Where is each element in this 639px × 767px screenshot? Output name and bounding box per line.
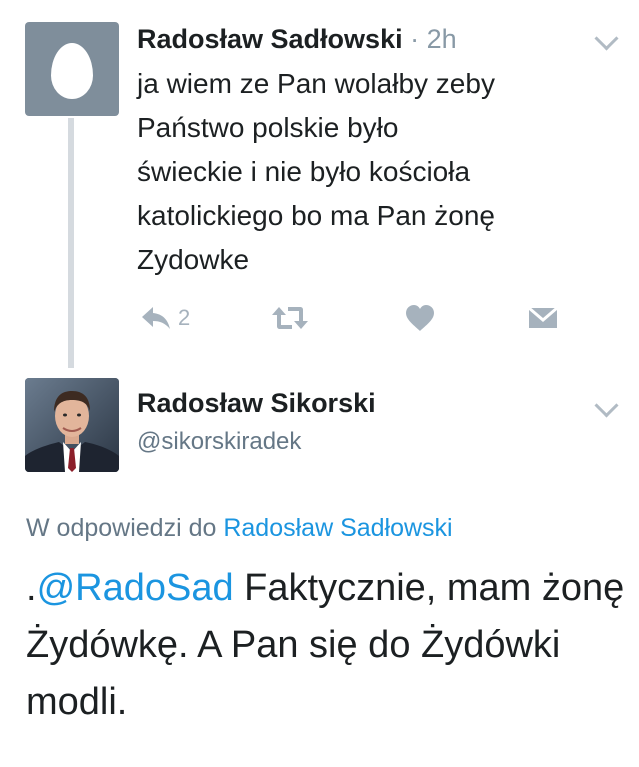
tweet-timestamp[interactable]: 2h	[427, 24, 457, 54]
profile-photo-avatar[interactable]	[25, 378, 119, 472]
author-name[interactable]: Radosław Sadłowski	[137, 24, 403, 54]
profile-photo	[25, 378, 119, 472]
retweet-button[interactable]	[271, 300, 309, 336]
tweet-header: Radosław Sadłowski · 2h	[137, 21, 457, 57]
author-handle[interactable]: @sikorskiradek	[137, 428, 301, 456]
chevron-down-icon[interactable]	[594, 393, 619, 418]
tweet-actions: 2	[0, 300, 639, 336]
retweet-icon	[272, 307, 308, 329]
time-separator: ·	[410, 24, 420, 54]
reply-context: W odpowiedzi do Radosław Sadłowski	[26, 514, 453, 543]
reply-context-prefix: W odpowiedzi do	[26, 514, 217, 542]
reply-icon	[142, 307, 170, 329]
like-icon	[406, 305, 434, 331]
direct-message-icon	[528, 306, 558, 328]
direct-message-button[interactable]	[527, 300, 559, 336]
default-egg-avatar[interactable]	[25, 22, 119, 116]
tweet-text: ja wiem ze Pan wolałby zeby Państwo pols…	[137, 68, 495, 275]
reply-button[interactable]: 2	[140, 300, 190, 336]
egg-icon	[51, 43, 93, 99]
tweet-text: .@RadoSad Faktycznie, mam żonę Żydówkę. …	[26, 560, 626, 731]
reply-context-user-link[interactable]: Radosław Sadłowski	[223, 514, 452, 542]
tweet-text-lead: .	[26, 567, 37, 609]
reply-count: 2	[178, 305, 191, 330]
chevron-down-icon[interactable]	[594, 26, 619, 51]
mention-link[interactable]: @RadoSad	[37, 567, 234, 609]
like-button[interactable]	[405, 300, 435, 336]
author-name[interactable]: Radosław Sikorski	[137, 388, 376, 419]
